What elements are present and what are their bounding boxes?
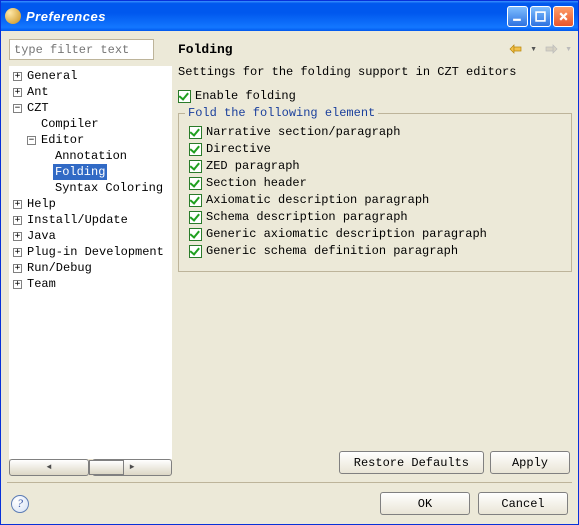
tree-item-install[interactable]: +Install/Update: [11, 212, 170, 228]
option-zed[interactable]: ZED paragraph: [189, 159, 561, 173]
enable-folding-checkbox[interactable]: Enable folding: [178, 89, 572, 103]
window-title: Preferences: [26, 9, 507, 24]
close-button[interactable]: [553, 6, 574, 27]
cancel-button[interactable]: Cancel: [478, 492, 568, 515]
tree-item-czt[interactable]: −CZT: [11, 100, 170, 116]
option-directive[interactable]: Directive: [189, 142, 561, 156]
tree-item-team[interactable]: +Team: [11, 276, 170, 292]
ok-button[interactable]: OK: [380, 492, 470, 515]
apply-button[interactable]: Apply: [490, 451, 570, 474]
checkbox-icon[interactable]: [189, 160, 202, 173]
page-description: Settings for the folding support in CZT …: [178, 65, 572, 79]
help-button[interactable]: ?: [11, 495, 29, 513]
tree-item-editor[interactable]: −Editor: [11, 132, 170, 148]
checkbox-icon[interactable]: [189, 143, 202, 156]
scroll-left-button[interactable]: ◄: [9, 459, 89, 476]
scroll-thumb[interactable]: [89, 460, 124, 475]
option-axiomatic[interactable]: Axiomatic description paragraph: [189, 193, 561, 207]
checkbox-icon[interactable]: [189, 126, 202, 139]
checkbox-icon[interactable]: [189, 194, 202, 207]
dropdown-icon: ▼: [565, 46, 572, 53]
checkbox-icon[interactable]: [189, 228, 202, 241]
page-title: Folding: [178, 42, 508, 57]
checkbox-icon[interactable]: [178, 90, 191, 103]
tree-item-pde[interactable]: +Plug-in Development: [11, 244, 170, 260]
option-schema[interactable]: Schema description paragraph: [189, 210, 561, 224]
tree-item-folding[interactable]: Folding: [11, 164, 170, 180]
tree-item-general[interactable]: +General: [11, 68, 170, 84]
preference-tree[interactable]: +General +Ant −CZT Compiler −Editor Anno…: [9, 66, 172, 459]
preferences-window: Preferences +General +Ant −CZT Compiler …: [0, 0, 579, 525]
tree-item-compiler[interactable]: Compiler: [11, 116, 170, 132]
option-section-header[interactable]: Section header: [189, 176, 561, 190]
tree-item-ant[interactable]: +Ant: [11, 84, 170, 100]
tree-item-java[interactable]: +Java: [11, 228, 170, 244]
forward-icon: [543, 41, 559, 57]
option-narrative[interactable]: Narrative section/paragraph: [189, 125, 561, 139]
footer: ? OK Cancel: [7, 482, 572, 524]
back-icon[interactable]: [508, 41, 524, 57]
group-legend: Fold the following element: [185, 106, 378, 120]
option-generic-schema[interactable]: Generic schema definition paragraph: [189, 244, 561, 258]
option-generic-axiomatic[interactable]: Generic axiomatic description paragraph: [189, 227, 561, 241]
tree-item-run[interactable]: +Run/Debug: [11, 260, 170, 276]
right-panel: Folding ▼ ▼ Settings for the folding sup…: [178, 37, 572, 476]
enable-folding-label: Enable folding: [195, 89, 296, 103]
checkbox-icon[interactable]: [189, 177, 202, 190]
tree-item-annotation[interactable]: Annotation: [11, 148, 170, 164]
tree-item-syntax-coloring[interactable]: Syntax Coloring: [11, 180, 170, 196]
dropdown-icon[interactable]: ▼: [530, 46, 537, 53]
minimize-button[interactable]: [507, 6, 528, 27]
fold-group: Fold the following element Narrative sec…: [178, 113, 572, 272]
maximize-button[interactable]: [530, 6, 551, 27]
filter-input[interactable]: [9, 39, 154, 60]
tree-item-help[interactable]: +Help: [11, 196, 170, 212]
titlebar[interactable]: Preferences: [1, 1, 578, 31]
checkbox-icon[interactable]: [189, 245, 202, 258]
restore-defaults-button[interactable]: Restore Defaults: [339, 451, 484, 474]
app-icon: [5, 8, 21, 24]
checkbox-icon[interactable]: [189, 211, 202, 224]
tree-horizontal-scrollbar[interactable]: ◄ ►: [9, 459, 172, 476]
left-panel: +General +Ant −CZT Compiler −Editor Anno…: [7, 37, 172, 476]
